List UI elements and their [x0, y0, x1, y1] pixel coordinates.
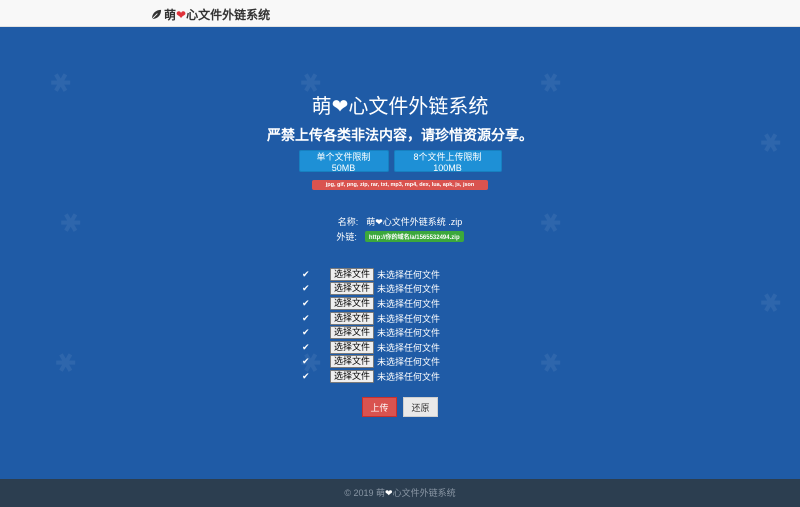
check-icon: ✔: [302, 268, 310, 279]
file-input-row: ✔ 选择文件 未选择任何文件: [302, 311, 440, 326]
name-label: 名称:: [337, 217, 359, 227]
file-input-row: ✔ 选择文件 未选择任何文件: [302, 282, 440, 297]
file-input-list: ✔ 选择文件 未选择任何文件 ✔ 选择文件 未选择任何文件 ✔ 选择文件 未选择任何文件 ✔ 选择文…: [302, 267, 440, 384]
heart-icon: ❤: [385, 488, 393, 498]
footer: © 2019 萌❤心文件外链系统: [0, 479, 800, 507]
choose-file-button[interactable]: 选择文件: [330, 282, 375, 296]
choose-file-button[interactable]: 选择文件: [330, 326, 375, 340]
reset-button[interactable]: 还原: [403, 397, 438, 417]
choose-file-button[interactable]: 选择文件: [330, 267, 375, 281]
file-input-row: ✔ 选择文件 未选择任何文件: [302, 369, 440, 384]
brand-link[interactable]: 萌 ❤ 心文件外链系统: [151, 6, 270, 23]
brand-suffix: 心文件外链系统: [186, 8, 271, 22]
title-suffix: 心文件外链系统: [348, 96, 489, 118]
name-value: 萌❤心文件外链系统 .zip: [366, 217, 463, 227]
heart-icon: ❤: [331, 96, 349, 118]
limit-buttons: 单个文件限制50MB 8个文件上传限制100MB: [0, 150, 800, 173]
check-icon: ✔: [302, 312, 310, 323]
footer-suffix: 心文件外链系统: [392, 488, 456, 498]
footer-prefix: © 2019 萌: [344, 488, 386, 498]
check-icon: ✔: [302, 327, 310, 338]
form-actions: 上传 还原: [362, 397, 438, 417]
heart-icon: ❤: [176, 7, 187, 22]
no-file-label: 未选择任何文件: [377, 298, 441, 309]
watermark: ✱: [533, 344, 568, 382]
file-input-row: ✔ 选择文件 未选择任何文件: [302, 340, 440, 355]
leaf-logo-icon: [151, 9, 162, 20]
choose-file-button[interactable]: 选择文件: [330, 369, 375, 383]
page-title: 萌❤心文件外链系统: [0, 90, 800, 119]
no-file-label: 未选择任何文件: [377, 269, 441, 280]
no-file-label: 未选择任何文件: [377, 313, 441, 324]
page-subtitle: 严禁上传各类非法内容，请珍惜资源分享。: [267, 127, 533, 143]
file-input-row: ✔ 选择文件 未选择任何文件: [302, 355, 440, 370]
file-input-row: ✔ 选择文件 未选择任何文件: [302, 296, 440, 311]
choose-file-button[interactable]: 选择文件: [330, 296, 375, 310]
file-input-row: ✔ 选择文件 未选择任何文件: [302, 325, 440, 340]
no-file-label: 未选择任何文件: [377, 328, 441, 339]
title-prefix: 萌: [311, 96, 332, 118]
no-file-label: 未选择任何文件: [377, 342, 441, 353]
file-input-row: ✔ 选择文件 未选择任何文件: [302, 267, 440, 282]
link-badge[interactable]: http://你的域名/a/1565532494.zip: [364, 231, 464, 242]
brand-prefix: 萌: [164, 8, 177, 22]
link-row: 外链: http://你的域名/a/1565532494.zip: [0, 230, 800, 243]
check-icon: ✔: [302, 370, 310, 381]
multi-limit-button[interactable]: 8个文件上传限制100MB: [393, 150, 502, 173]
top-navbar: 萌 ❤ 心文件外链系统: [0, 0, 800, 27]
choose-file-button[interactable]: 选择文件: [330, 355, 375, 369]
no-file-label: 未选择任何文件: [377, 371, 441, 382]
check-icon: ✔: [302, 356, 310, 367]
check-icon: ✔: [302, 297, 310, 308]
upload-button[interactable]: 上传: [362, 397, 397, 417]
watermark: ✱: [48, 344, 83, 382]
no-file-label: 未选择任何文件: [377, 357, 441, 368]
choose-file-button[interactable]: 选择文件: [330, 340, 375, 354]
upload-hero: ✱ ✱ ✱ ✱ ✱ ✱ ✱ ✱ ✱ ✱ 萌❤心文件外链系统 严禁上传各类非法内容…: [0, 27, 800, 479]
allowed-types-badge: jpg, gif, png, zip, rar, txt, mp3, mp4, …: [312, 180, 488, 190]
watermark: ✱: [753, 284, 788, 322]
single-limit-button[interactable]: 单个文件限制50MB: [298, 150, 389, 173]
no-file-label: 未选择任何文件: [377, 284, 441, 295]
link-label: 外链:: [336, 232, 357, 242]
check-icon: ✔: [302, 283, 310, 294]
name-row: 名称: 萌❤心文件外链系统 .zip: [0, 215, 800, 228]
check-icon: ✔: [302, 341, 310, 352]
choose-file-button[interactable]: 选择文件: [330, 311, 375, 325]
